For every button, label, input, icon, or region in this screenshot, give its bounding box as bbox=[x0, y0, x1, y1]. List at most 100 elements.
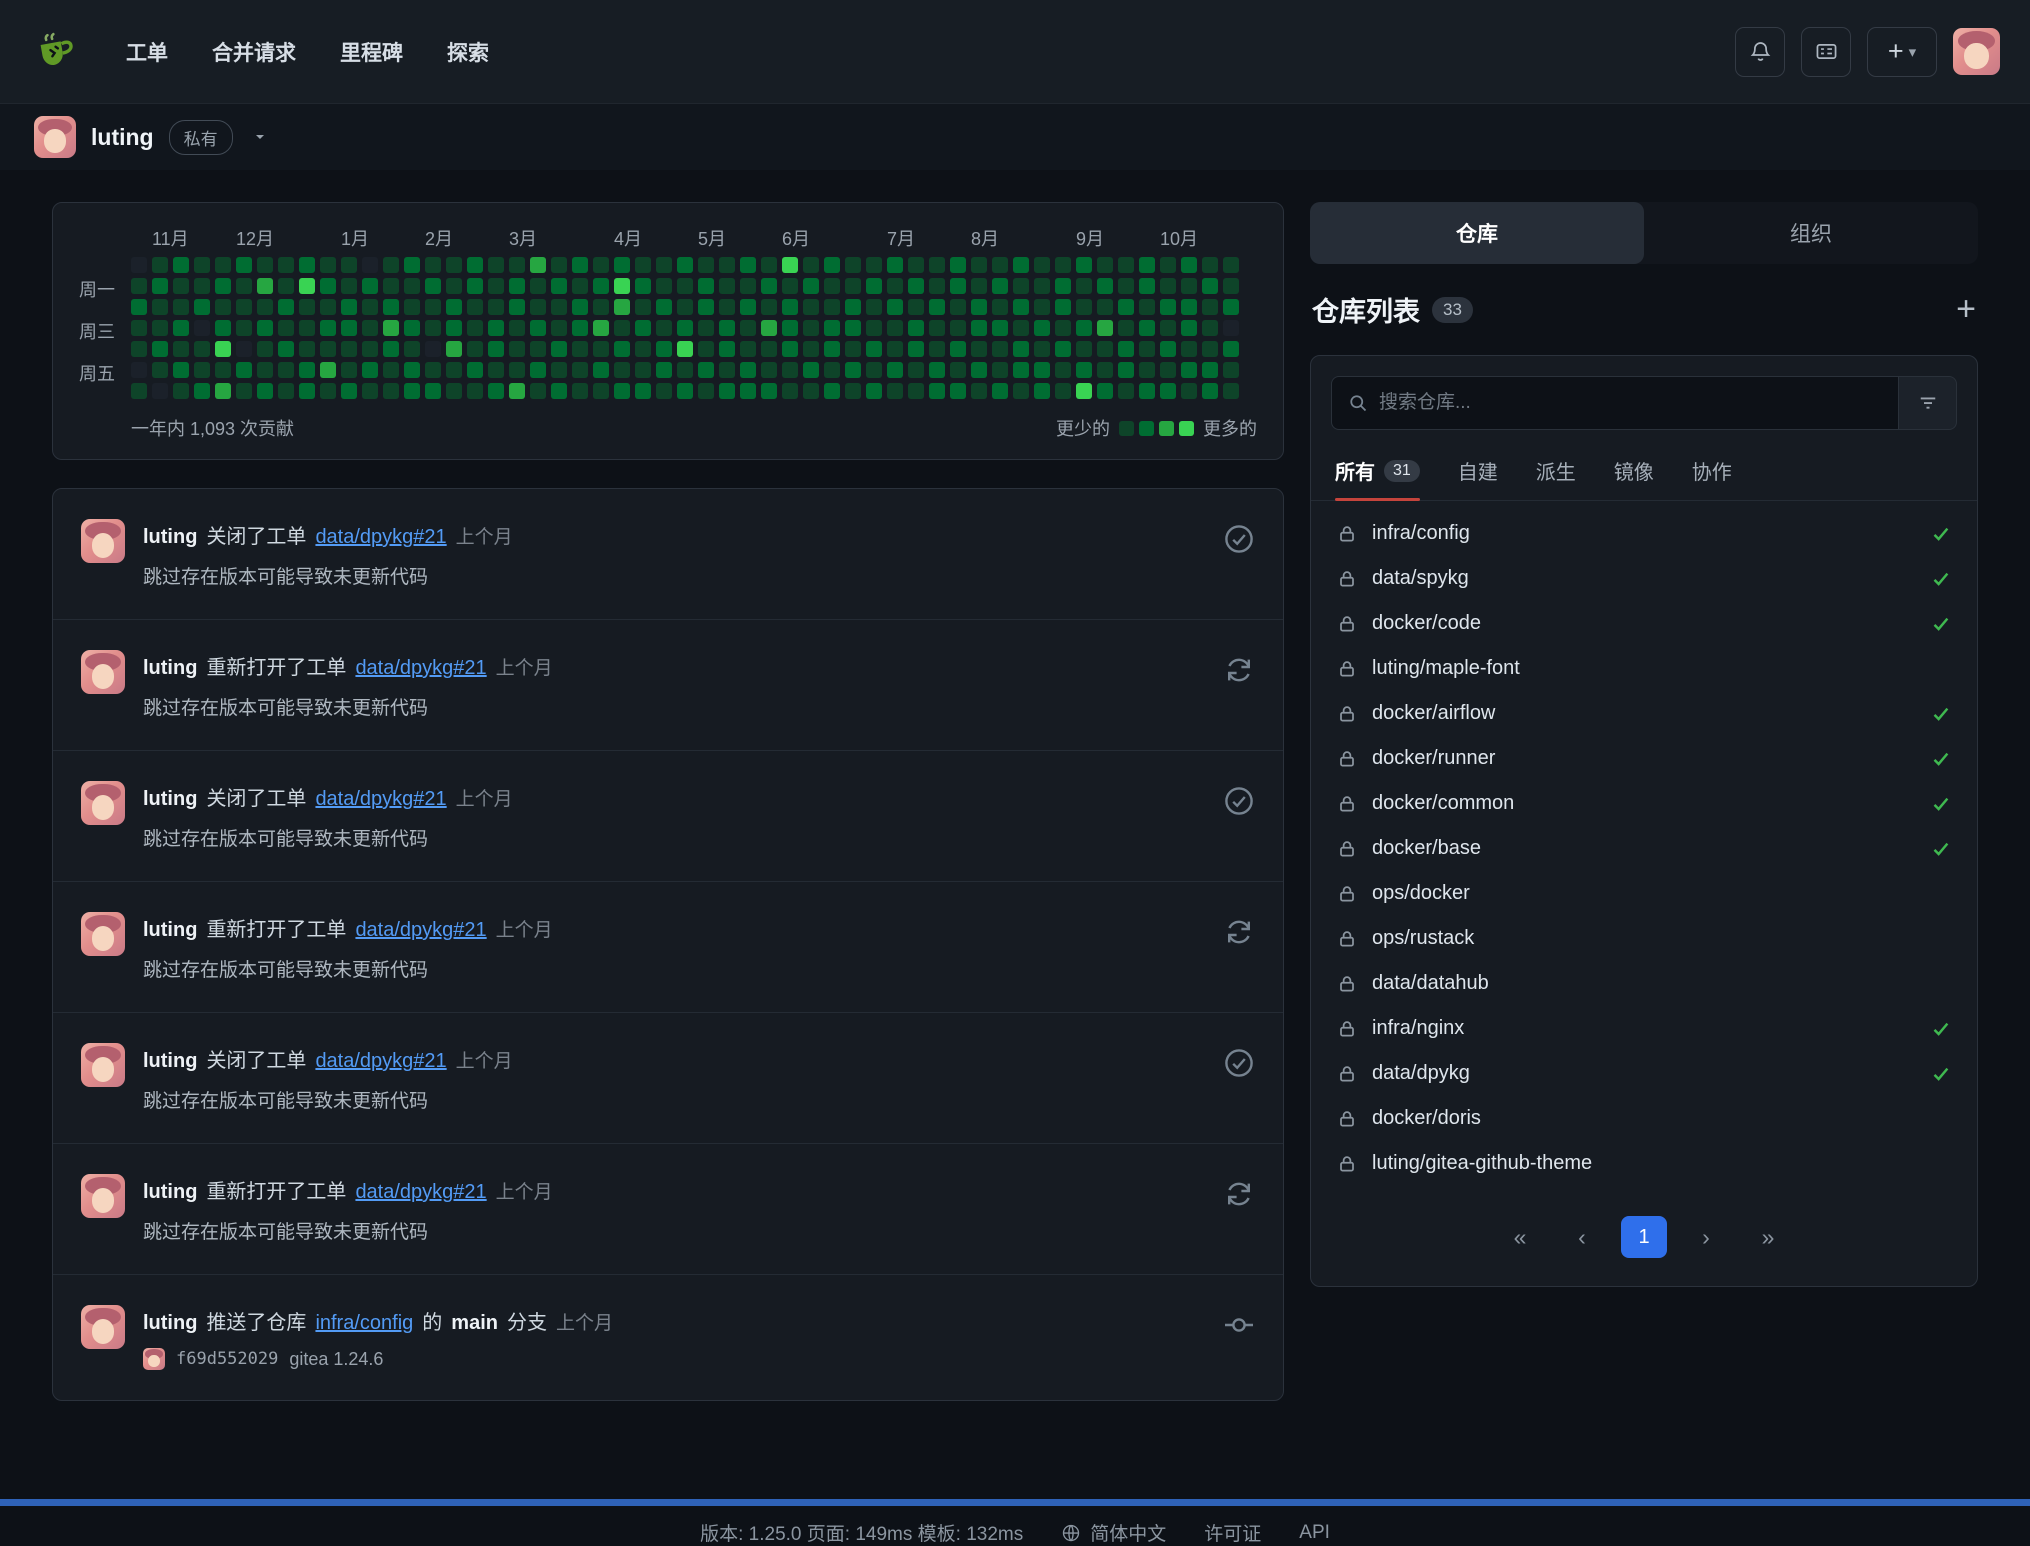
heatmap-cell bbox=[383, 320, 399, 336]
heatmap-cell bbox=[740, 383, 756, 399]
filter-tab-collaborative[interactable]: 协作 bbox=[1692, 456, 1732, 500]
pagination-first[interactable]: « bbox=[1497, 1216, 1543, 1258]
feed-target-link[interactable]: infra/config bbox=[315, 1312, 413, 1335]
repo-list-item[interactable]: data/dpykg bbox=[1311, 1051, 1977, 1096]
repo-name-link[interactable]: docker/common bbox=[1372, 792, 1514, 815]
filter-tab-forks[interactable]: 派生 bbox=[1536, 456, 1576, 500]
nav-link-explore[interactable]: 探索 bbox=[447, 37, 489, 67]
repo-list-item[interactable]: infra/nginx bbox=[1311, 1006, 1977, 1051]
repo-name-link[interactable]: docker/code bbox=[1372, 612, 1481, 635]
repo-name-link[interactable]: docker/doris bbox=[1372, 1107, 1481, 1130]
pagination-page-1[interactable]: 1 bbox=[1621, 1216, 1667, 1258]
repo-name-link[interactable]: data/datahub bbox=[1372, 972, 1489, 995]
notifications-button[interactable] bbox=[1735, 27, 1785, 77]
heatmap-cell bbox=[803, 278, 819, 294]
repo-list-item[interactable]: docker/code bbox=[1311, 601, 1977, 646]
repo-list-item[interactable]: docker/base bbox=[1311, 826, 1977, 871]
new-repo-button[interactable]: + bbox=[1956, 296, 1976, 323]
feed-username-link[interactable]: luting bbox=[143, 1181, 197, 1204]
heatmap-cell bbox=[1181, 299, 1197, 315]
lock-icon bbox=[1337, 569, 1357, 589]
feed-target-link[interactable]: data/dpykg#21 bbox=[315, 1050, 446, 1073]
repo-filter-button[interactable] bbox=[1899, 376, 1957, 430]
feed-username-link[interactable]: luting bbox=[143, 1312, 197, 1335]
repo-search-input[interactable] bbox=[1379, 392, 1882, 414]
repo-list-item[interactable]: docker/runner bbox=[1311, 736, 1977, 781]
repo-name-link[interactable]: docker/base bbox=[1372, 837, 1481, 860]
user-avatar-menu[interactable] bbox=[1953, 28, 2000, 75]
heatmap-cell bbox=[1097, 299, 1113, 315]
gitea-logo[interactable] bbox=[30, 26, 82, 78]
feed-target-link[interactable]: data/dpykg#21 bbox=[315, 526, 446, 549]
repo-name-link[interactable]: docker/runner bbox=[1372, 747, 1495, 770]
feed-user-avatar[interactable] bbox=[81, 519, 125, 563]
repo-name-link[interactable]: docker/airflow bbox=[1372, 702, 1495, 725]
repo-name-link[interactable]: luting/maple-font bbox=[1372, 657, 1520, 680]
repo-list-item[interactable]: infra/config bbox=[1311, 511, 1977, 556]
feed-target-link[interactable]: data/dpykg#21 bbox=[355, 657, 486, 680]
heatmap-cell bbox=[866, 383, 882, 399]
feed-action-text: 关闭了工单 bbox=[206, 782, 306, 811]
nav-link-milestones[interactable]: 里程碑 bbox=[340, 37, 403, 67]
feed-item: luting重新打开了工单data/dpykg#21上个月跳过存在版本可能导致未… bbox=[53, 1143, 1283, 1274]
feed-user-avatar[interactable] bbox=[81, 1174, 125, 1218]
heatmap-cell bbox=[971, 278, 987, 294]
pagination-prev[interactable]: ‹ bbox=[1559, 1216, 1605, 1258]
nav-link-issues[interactable]: 工单 bbox=[126, 37, 168, 67]
feed-user-avatar[interactable] bbox=[81, 1043, 125, 1087]
repo-list-item[interactable]: docker/common bbox=[1311, 781, 1977, 826]
profile-avatar[interactable] bbox=[34, 116, 76, 158]
repo-list-item[interactable]: data/spykg bbox=[1311, 556, 1977, 601]
repo-name-link[interactable]: infra/nginx bbox=[1372, 1017, 1464, 1040]
profile-dropdown-caret[interactable] bbox=[252, 129, 268, 145]
heatmap-total-label: 一年内 1,093 次贡献 bbox=[131, 415, 294, 441]
feed-username-link[interactable]: luting bbox=[143, 788, 197, 811]
pagination-next[interactable]: › bbox=[1683, 1216, 1729, 1258]
feed-user-avatar[interactable] bbox=[81, 650, 125, 694]
repo-name-link[interactable]: luting/gitea-github-theme bbox=[1372, 1152, 1592, 1175]
heatmap-cell bbox=[215, 341, 231, 357]
repo-list-item[interactable]: ops/rustack bbox=[1311, 916, 1977, 961]
tab-repositories[interactable]: 仓库 bbox=[1310, 202, 1644, 264]
heatmap-cell bbox=[215, 299, 231, 315]
repo-list-item[interactable]: docker/doris bbox=[1311, 1096, 1977, 1141]
feed-user-avatar[interactable] bbox=[81, 912, 125, 956]
repo-name-link[interactable]: infra/config bbox=[1372, 522, 1470, 545]
tab-organizations[interactable]: 组织 bbox=[1644, 202, 1978, 264]
repo-list-item[interactable]: luting/gitea-github-theme bbox=[1311, 1141, 1977, 1186]
api-link[interactable]: API bbox=[1299, 1522, 1330, 1544]
repo-name-link[interactable]: data/spykg bbox=[1372, 567, 1469, 590]
feed-target-link[interactable]: data/dpykg#21 bbox=[355, 1181, 486, 1204]
feed-username-link[interactable]: luting bbox=[143, 657, 197, 680]
filter-tab-mirrors[interactable]: 镜像 bbox=[1614, 456, 1654, 500]
repo-list-item[interactable]: data/datahub bbox=[1311, 961, 1977, 1006]
feed-target-link[interactable]: data/dpykg#21 bbox=[355, 919, 486, 942]
feed-target-link[interactable]: data/dpykg#21 bbox=[315, 788, 446, 811]
admin-panel-button[interactable] bbox=[1801, 27, 1851, 77]
pagination-last[interactable]: » bbox=[1745, 1216, 1791, 1258]
heatmap-cell bbox=[1118, 320, 1134, 336]
feed-username-link[interactable]: luting bbox=[143, 526, 197, 549]
repo-name-link[interactable]: ops/docker bbox=[1372, 882, 1470, 905]
feed-username-link[interactable]: luting bbox=[143, 919, 197, 942]
language-selector[interactable]: 简体中文 bbox=[1061, 1519, 1166, 1546]
repo-name-link[interactable]: ops/rustack bbox=[1372, 927, 1474, 950]
feed-user-avatar[interactable] bbox=[81, 781, 125, 825]
nav-link-pulls[interactable]: 合并请求 bbox=[212, 37, 296, 67]
repo-list-item[interactable]: ops/docker bbox=[1311, 871, 1977, 916]
heatmap-cell bbox=[131, 362, 147, 378]
create-new-button[interactable]: + ▾ bbox=[1867, 27, 1937, 77]
filter-tab-all[interactable]: 所有31 bbox=[1335, 456, 1420, 500]
profile-username[interactable]: luting bbox=[91, 124, 154, 151]
repo-list-item[interactable]: docker/airflow bbox=[1311, 691, 1977, 736]
feed-username-link[interactable]: luting bbox=[143, 1050, 197, 1073]
license-link[interactable]: 许可证 bbox=[1204, 1519, 1261, 1546]
heatmap-cell bbox=[908, 362, 924, 378]
feed-user-avatar[interactable] bbox=[81, 1305, 125, 1349]
commit-sha-link[interactable]: f69d552029 bbox=[176, 1349, 278, 1369]
filter-tab-sources[interactable]: 自建 bbox=[1458, 456, 1498, 500]
repo-name-link[interactable]: data/dpykg bbox=[1372, 1062, 1470, 1085]
heatmap-cell bbox=[383, 383, 399, 399]
heatmap-cell bbox=[719, 257, 735, 273]
repo-list-item[interactable]: luting/maple-font bbox=[1311, 646, 1977, 691]
